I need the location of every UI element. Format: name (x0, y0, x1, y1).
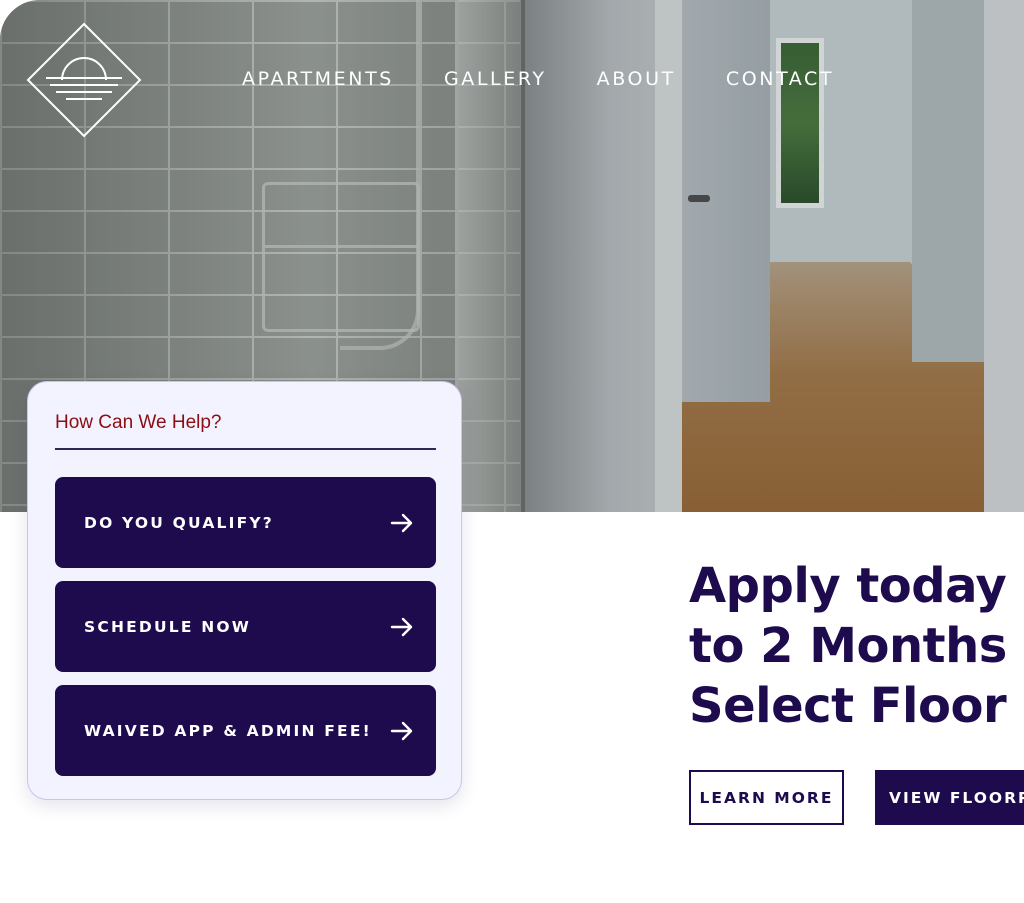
promo-headline: Apply today a to 2 Months F Select Floor… (689, 556, 1024, 736)
help-card-title: How Can We Help? (55, 412, 222, 433)
qualify-button[interactable]: DO YOU QUALIFY? (55, 477, 436, 568)
arrow-right-icon (390, 513, 413, 532)
promo-headline-line-2: to 2 Months F (689, 618, 1024, 674)
view-floorplans-button[interactable]: VIEW FLOORP (875, 770, 1024, 825)
arrow-right-icon (390, 617, 413, 636)
promo-headline-line-3: Select Floor P (689, 678, 1024, 734)
sunset-diamond-logo-icon[interactable] (26, 22, 142, 138)
nav-about[interactable]: ABOUT (597, 66, 676, 92)
waived-fee-button-label: WAIVED APP & ADMIN FEE! (84, 721, 372, 740)
learn-more-button[interactable]: LEARN MORE (689, 770, 844, 825)
schedule-now-button[interactable]: SCHEDULE NOW (55, 581, 436, 672)
waived-fee-button[interactable]: WAIVED APP & ADMIN FEE! (55, 685, 436, 776)
divider (55, 448, 436, 450)
nav-contact[interactable]: CONTACT (726, 66, 834, 92)
main-nav: APARTMENTS GALLERY ABOUT CONTACT (242, 66, 884, 92)
promo-headline-line-1: Apply today a (689, 558, 1024, 614)
nav-gallery[interactable]: GALLERY (444, 66, 547, 92)
arrow-right-icon (390, 721, 413, 740)
qualify-button-label: DO YOU QUALIFY? (84, 513, 274, 532)
help-card: How Can We Help? DO YOU QUALIFY? SCHEDUL… (27, 381, 462, 800)
schedule-now-button-label: SCHEDULE NOW (84, 617, 252, 636)
nav-apartments[interactable]: APARTMENTS (242, 66, 394, 92)
